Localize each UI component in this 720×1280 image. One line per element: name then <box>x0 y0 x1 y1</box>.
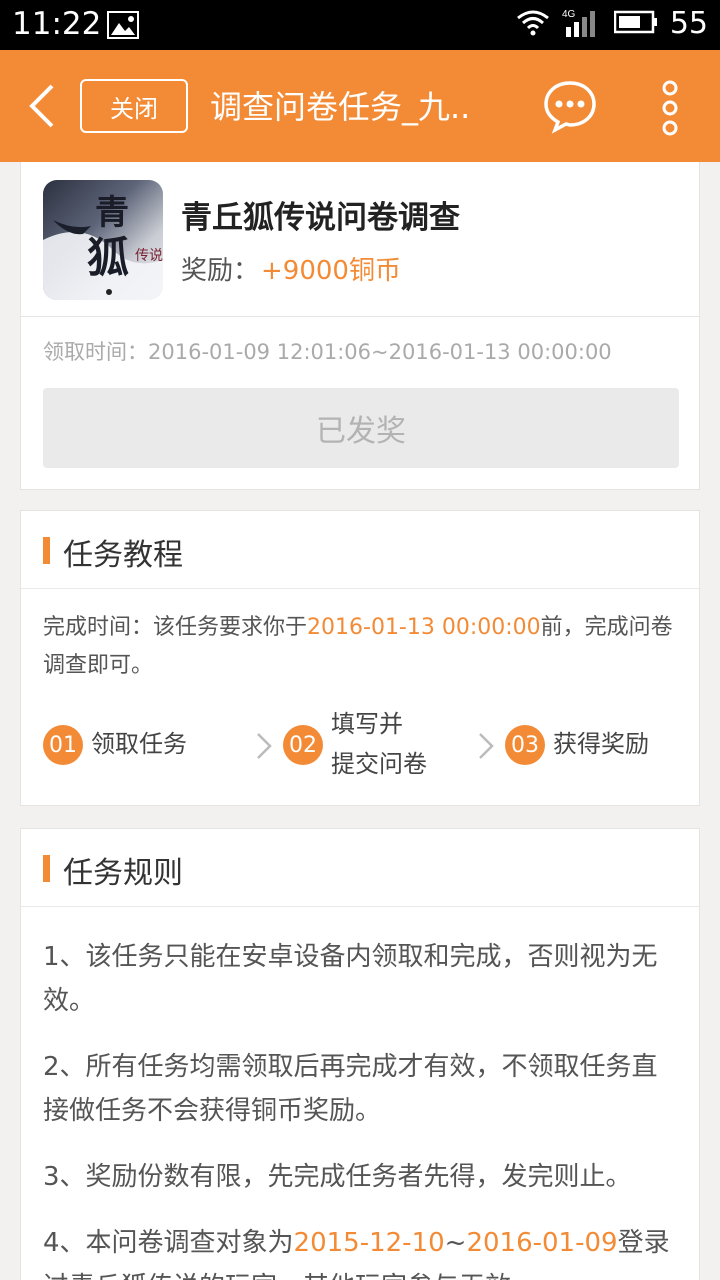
chevron-right-icon <box>477 731 495 761</box>
battery-icon <box>613 10 658 38</box>
back-icon[interactable] <box>22 82 62 130</box>
rule-date: 2016-01-09 <box>466 1228 618 1258</box>
tutorial-card: 任务教程 完成时间：该任务要求你于2016-01-13 00:00:00前，完成… <box>20 510 700 806</box>
close-button[interactable]: 关闭 <box>80 79 188 133</box>
rules-card: 任务规则 1、该任务只能在安卓设备内领取和完成，否则视为无效。 2、所有任务均需… <box>20 828 700 1280</box>
reward-label: 奖励： <box>181 256 260 286</box>
completion-prefix: 完成时间：该任务要求你于 <box>43 615 308 640</box>
chevron-right-icon <box>255 731 273 761</box>
step-number: 02 <box>283 725 323 765</box>
svg-text:传说: 传说 <box>135 248 163 264</box>
svg-text:青: 青 <box>95 193 129 233</box>
section-marker <box>43 855 50 882</box>
page-title: 调查问卷任务_九.. <box>210 88 471 126</box>
rule-date: 2015-12-10 <box>293 1228 445 1258</box>
rule-item: 2、所有任务均需领取后再完成才有效，不领取任务直接做任务不会获得铜币奖励。 <box>43 1052 658 1126</box>
step-number: 03 <box>505 725 545 765</box>
rule-text: ~ <box>444 1228 467 1258</box>
rule-text: 4、本问卷调查对象为 <box>43 1228 294 1258</box>
status-bar: 11:22 4G 55 <box>0 0 720 50</box>
section-marker <box>43 537 50 564</box>
chat-icon[interactable] <box>542 78 598 134</box>
awarded-status-button[interactable]: 已发奖 <box>43 388 679 468</box>
rule-item: 4、本问卷调查对象为2015-12-10~2016-01-09登录过青丘狐传说的… <box>43 1221 683 1280</box>
game-logo: 青 狐 传说 <box>43 180 163 300</box>
signal-icon: 4G <box>562 7 602 41</box>
rule-item: 3、奖励份数有限，先完成任务者先得，发完则止。 <box>43 1162 632 1192</box>
step-label: 领取任务 <box>91 730 187 758</box>
step-label: 获得奖励 <box>553 730 649 758</box>
battery-level: 55 <box>669 6 708 41</box>
task-summary-card: 青 狐 传说 青丘狐传说问卷调查 奖励： +9000铜币 领取时间：2016-0… <box>20 162 700 490</box>
rule-item: 1、该任务只能在安卓设备内领取和完成，否则视为无效。 <box>43 942 658 1016</box>
section-header: 任务教程 <box>21 511 699 589</box>
section-title: 任务教程 <box>63 538 183 573</box>
step-label: 填写并 <box>331 710 403 738</box>
network-type: 4G <box>562 9 576 20</box>
step-number: 01 <box>43 725 83 765</box>
wifi-icon <box>516 8 550 40</box>
status-time: 11:22 <box>12 6 102 42</box>
claim-time: 领取时间：2016-01-09 12:01:06~2016-01-13 00:0… <box>43 340 612 364</box>
section-header: 任务规则 <box>21 829 699 907</box>
divider <box>21 316 699 317</box>
svg-text:狐: 狐 <box>87 233 129 282</box>
completion-time-text: 完成时间：该任务要求你于2016-01-13 00:00:00前，完成问卷调查即… <box>43 609 683 685</box>
app-bar: 关闭 调查问卷任务_九.. <box>0 50 720 162</box>
section-title: 任务规则 <box>63 856 183 891</box>
step-label: 提交问卷 <box>331 750 427 778</box>
image-icon <box>107 11 139 43</box>
task-steps: 01 领取任务 02 填写并 提交问卷 03 获得奖励 <box>43 703 683 787</box>
game-name: 青丘狐传说问卷调查 <box>181 200 460 236</box>
rules-list: 1、该任务只能在安卓设备内领取和完成，否则视为无效。 2、所有任务均需领取后再完… <box>43 935 683 1280</box>
more-icon[interactable] <box>656 80 684 136</box>
reward-value: +9000铜币 <box>261 256 401 286</box>
completion-date: 2016-01-13 00:00:00 <box>307 615 541 640</box>
